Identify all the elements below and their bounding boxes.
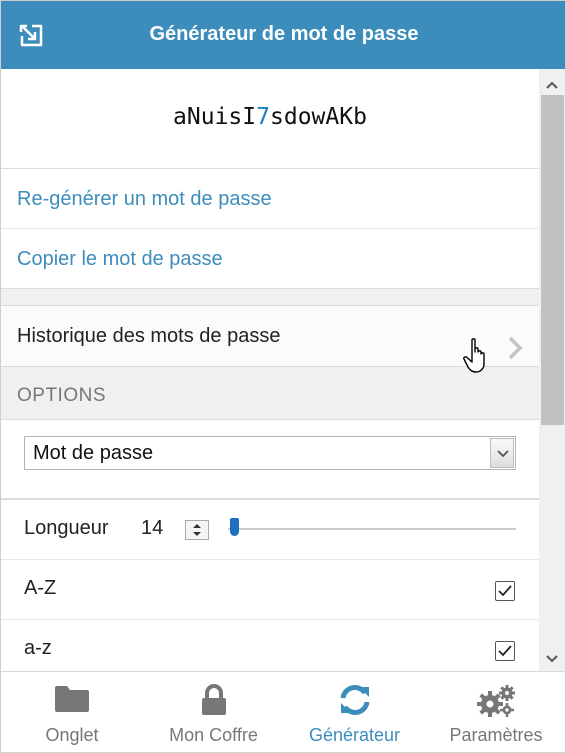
vertical-scrollbar[interactable] bbox=[539, 69, 565, 671]
length-label: Longueur bbox=[24, 517, 109, 539]
password-actions: Re-générer un mot de passe Copier le mot… bbox=[1, 169, 539, 289]
hand-cursor-icon bbox=[463, 337, 493, 375]
tab-mon-coffre[interactable]: Mon Coffre bbox=[143, 672, 284, 752]
main-content: aNuisI7sdowAKb Re-générer un mot de pass… bbox=[1, 69, 539, 671]
password-digit: 7 bbox=[256, 104, 270, 130]
password-history-label: Historique des mots de passe bbox=[17, 325, 281, 347]
generated-password: aNuisI7sdowAKb bbox=[1, 104, 539, 130]
tab-onglet-label: Onglet bbox=[45, 725, 99, 745]
header-bar: Générateur de mot de passe bbox=[1, 1, 565, 69]
uppercase-checkbox[interactable] bbox=[495, 581, 515, 601]
lowercase-row: a-z bbox=[1, 620, 539, 671]
length-slider-track bbox=[228, 528, 516, 530]
generated-password-box: aNuisI7sdowAKb bbox=[1, 69, 539, 169]
length-value: 14 bbox=[141, 517, 164, 539]
password-type-value: Mot de passe bbox=[33, 442, 154, 464]
tab-mon-coffre-label: Mon Coffre bbox=[169, 725, 258, 745]
copy-password-link[interactable]: Copier le mot de passe bbox=[1, 229, 539, 289]
bottom-tab-bar: Onglet Mon Coffre Générateur Paramètres bbox=[1, 671, 565, 752]
chevron-right-icon bbox=[507, 324, 523, 360]
password-part-start: aNuisI bbox=[173, 104, 257, 130]
length-slider[interactable] bbox=[228, 518, 516, 542]
length-row: Longueur 14 bbox=[1, 500, 539, 560]
chevron-down-icon bbox=[490, 438, 514, 468]
refresh-icon bbox=[338, 684, 372, 721]
lowercase-checkbox[interactable] bbox=[495, 641, 515, 661]
password-part-end: sdowAKb bbox=[270, 104, 367, 130]
tab-parametres[interactable]: Paramètres bbox=[425, 672, 565, 752]
lock-icon bbox=[200, 684, 228, 721]
uppercase-row: A-Z bbox=[1, 560, 539, 620]
generator-window: Générateur de mot de passe aNuisI7sdowAK… bbox=[0, 0, 566, 753]
password-type-select[interactable]: Mot de passe bbox=[24, 436, 516, 470]
password-history-row[interactable]: Historique des mots de passe bbox=[1, 305, 539, 367]
options-list: Longueur 14 A-Z a-z bbox=[1, 499, 539, 671]
page-title: Générateur de mot de passe bbox=[149, 23, 419, 45]
length-stepper[interactable] bbox=[185, 520, 209, 540]
tab-generateur[interactable]: Générateur bbox=[284, 672, 425, 752]
options-section-label: OPTIONS bbox=[17, 385, 107, 406]
tab-generateur-label: Générateur bbox=[308, 725, 401, 745]
tab-parametres-label: Paramètres bbox=[449, 725, 543, 745]
tab-onglet[interactable]: Onglet bbox=[1, 672, 143, 752]
scroll-down-icon[interactable] bbox=[545, 651, 559, 669]
gears-icon bbox=[476, 684, 516, 723]
regenerate-password-link[interactable]: Re-générer un mot de passe bbox=[1, 169, 539, 229]
uppercase-label: A-Z bbox=[24, 577, 57, 599]
lowercase-label: a-z bbox=[24, 637, 52, 659]
scrollbar-thumb[interactable] bbox=[541, 95, 564, 425]
folder-icon bbox=[54, 684, 90, 719]
scroll-up-icon[interactable] bbox=[545, 77, 559, 95]
password-type-box: Mot de passe bbox=[1, 419, 539, 499]
length-slider-thumb[interactable] bbox=[230, 518, 239, 536]
